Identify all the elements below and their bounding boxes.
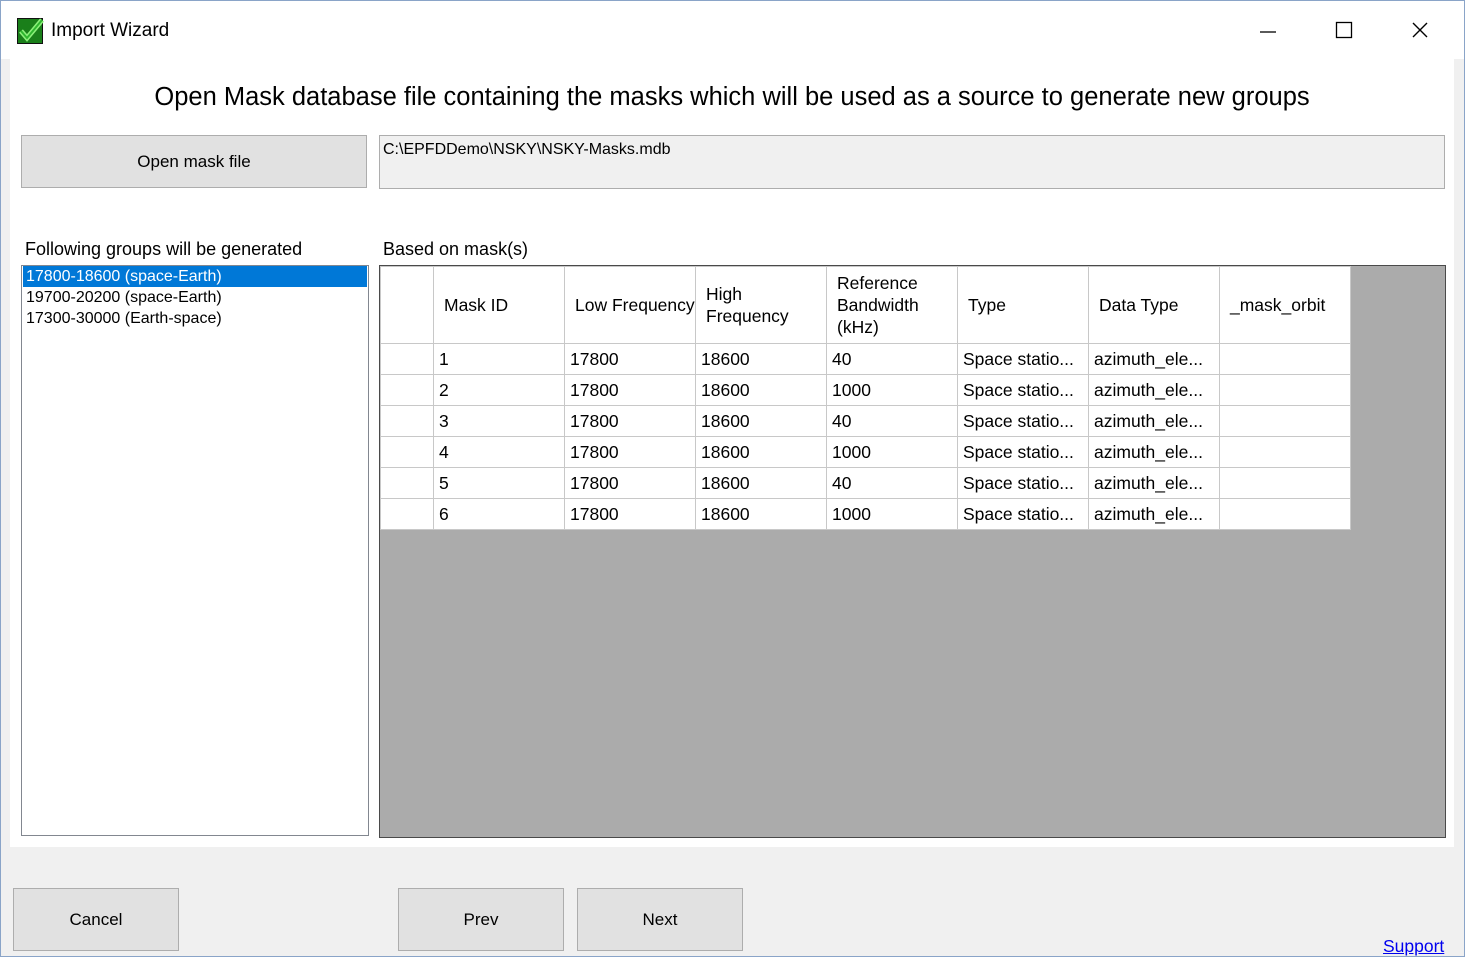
cell-mask-orbit[interactable] <box>1219 343 1351 375</box>
page-heading: Open Mask database file containing the m… <box>154 83 1310 111</box>
masks-label: Based on mask(s) <box>383 239 529 259</box>
cell-type[interactable]: Space statio... <box>957 343 1089 375</box>
group-list-item-selected[interactable]: 17800-18600 (space-Earth) <box>23 266 367 287</box>
cell-mask-orbit[interactable] <box>1219 498 1351 530</box>
checkmark-app-icon <box>17 18 44 44</box>
column-header-high-frequency[interactable]: High Frequency <box>695 266 827 344</box>
column-header-data-type[interactable]: Data Type <box>1088 266 1220 344</box>
open-mask-file-button[interactable]: Open mask file <box>21 135 367 188</box>
row-header[interactable] <box>380 405 434 437</box>
cell-low-frequency[interactable]: 17800 <box>564 498 696 530</box>
cell-data-type[interactable]: azimuth_ele... <box>1088 498 1220 530</box>
minimize-icon <box>1260 31 1276 33</box>
cell-high-frequency[interactable]: 18600 <box>695 405 827 437</box>
cell-low-frequency[interactable]: 17800 <box>564 374 696 406</box>
cell-data-type[interactable]: azimuth_ele... <box>1088 343 1220 375</box>
row-header[interactable] <box>380 343 434 375</box>
cell-mask-id[interactable]: 1 <box>433 343 565 375</box>
cell-mask-id[interactable]: 6 <box>433 498 565 530</box>
cell-reference-bandwidth[interactable]: 40 <box>826 343 958 375</box>
support-link[interactable]: Support <box>1383 936 1444 956</box>
row-header[interactable] <box>380 467 434 499</box>
table-row[interactable]: 4 17800 18600 1000 Space statio... azimu… <box>380 436 1351 468</box>
window-title: Import Wizard <box>51 20 170 41</box>
table-header-row: Mask ID Low Frequency High Frequency Ref… <box>380 266 1351 344</box>
maximize-button[interactable] <box>1309 9 1379 51</box>
cell-mask-orbit[interactable] <box>1219 374 1351 406</box>
cell-mask-id[interactable]: 5 <box>433 467 565 499</box>
close-button[interactable] <box>1385 9 1455 51</box>
maximize-icon <box>1335 21 1353 39</box>
cell-high-frequency[interactable]: 18600 <box>695 374 827 406</box>
group-list-item[interactable]: 17300-30000 (Earth-space) <box>23 308 367 329</box>
cell-type[interactable]: Space statio... <box>957 498 1089 530</box>
cell-reference-bandwidth[interactable]: 1000 <box>826 436 958 468</box>
cell-reference-bandwidth[interactable]: 1000 <box>826 498 958 530</box>
masks-table: Mask ID Low Frequency High Frequency Ref… <box>380 266 1351 530</box>
table-row[interactable]: 1 17800 18600 40 Space statio... azimuth… <box>380 343 1351 375</box>
cell-data-type[interactable]: azimuth_ele... <box>1088 436 1220 468</box>
cell-mask-id[interactable]: 3 <box>433 405 565 437</box>
cell-data-type[interactable]: azimuth_ele... <box>1088 374 1220 406</box>
cell-high-frequency[interactable]: 18600 <box>695 436 827 468</box>
cell-high-frequency[interactable]: 18600 <box>695 343 827 375</box>
row-header[interactable] <box>380 498 434 530</box>
cell-mask-orbit[interactable] <box>1219 405 1351 437</box>
cell-reference-bandwidth[interactable]: 40 <box>826 405 958 437</box>
title-bar[interactable]: Import Wizard <box>1 1 1464 59</box>
cell-low-frequency[interactable]: 17800 <box>564 343 696 375</box>
close-icon <box>1412 22 1428 38</box>
groups-listbox[interactable]: 17800-18600 (space-Earth) 19700-20200 (s… <box>21 265 369 836</box>
cell-type[interactable]: Space statio... <box>957 405 1089 437</box>
column-header-reference-bandwidth[interactable]: Reference Bandwidth (kHz) <box>826 266 958 344</box>
column-header-mask-id[interactable]: Mask ID <box>433 266 565 344</box>
next-button[interactable]: Next <box>577 888 743 951</box>
cell-mask-orbit[interactable] <box>1219 467 1351 499</box>
row-header[interactable] <box>380 374 434 406</box>
groups-label: Following groups will be generated <box>25 239 303 259</box>
cell-mask-id[interactable]: 2 <box>433 374 565 406</box>
table-row[interactable]: 3 17800 18600 40 Space statio... azimuth… <box>380 405 1351 437</box>
column-header-low-frequency[interactable]: Low Frequency <box>564 266 696 344</box>
cell-data-type[interactable]: azimuth_ele... <box>1088 405 1220 437</box>
cell-reference-bandwidth[interactable]: 1000 <box>826 374 958 406</box>
row-header-corner <box>380 266 434 344</box>
cell-low-frequency[interactable]: 17800 <box>564 436 696 468</box>
column-header-mask-orbit[interactable]: _mask_orbit <box>1219 266 1351 344</box>
file-path-field[interactable]: C:\EPFDDemo\NSKY\NSKY-Masks.mdb <box>379 135 1445 189</box>
minimize-button[interactable] <box>1233 9 1303 51</box>
table-row[interactable]: 2 17800 18600 1000 Space statio... azimu… <box>380 374 1351 406</box>
cell-type[interactable]: Space statio... <box>957 436 1089 468</box>
column-header-type[interactable]: Type <box>957 266 1089 344</box>
cell-data-type[interactable]: azimuth_ele... <box>1088 467 1220 499</box>
cell-type[interactable]: Space statio... <box>957 467 1089 499</box>
cell-high-frequency[interactable]: 18600 <box>695 467 827 499</box>
cancel-button[interactable]: Cancel <box>13 888 179 951</box>
cell-reference-bandwidth[interactable]: 40 <box>826 467 958 499</box>
cell-mask-orbit[interactable] <box>1219 436 1351 468</box>
group-list-item[interactable]: 19700-20200 (space-Earth) <box>23 287 367 308</box>
cell-low-frequency[interactable]: 17800 <box>564 405 696 437</box>
masks-grid[interactable]: Mask ID Low Frequency High Frequency Ref… <box>379 265 1446 838</box>
import-wizard-window: Import Wizard Open Mask database file co… <box>0 0 1465 957</box>
cell-high-frequency[interactable]: 18600 <box>695 498 827 530</box>
row-header[interactable] <box>380 436 434 468</box>
cell-low-frequency[interactable]: 17800 <box>564 467 696 499</box>
table-row[interactable]: 6 17800 18600 1000 Space statio... azimu… <box>380 498 1351 530</box>
prev-button[interactable]: Prev <box>398 888 564 951</box>
cell-mask-id[interactable]: 4 <box>433 436 565 468</box>
cell-type[interactable]: Space statio... <box>957 374 1089 406</box>
table-row[interactable]: 5 17800 18600 40 Space statio... azimuth… <box>380 467 1351 499</box>
